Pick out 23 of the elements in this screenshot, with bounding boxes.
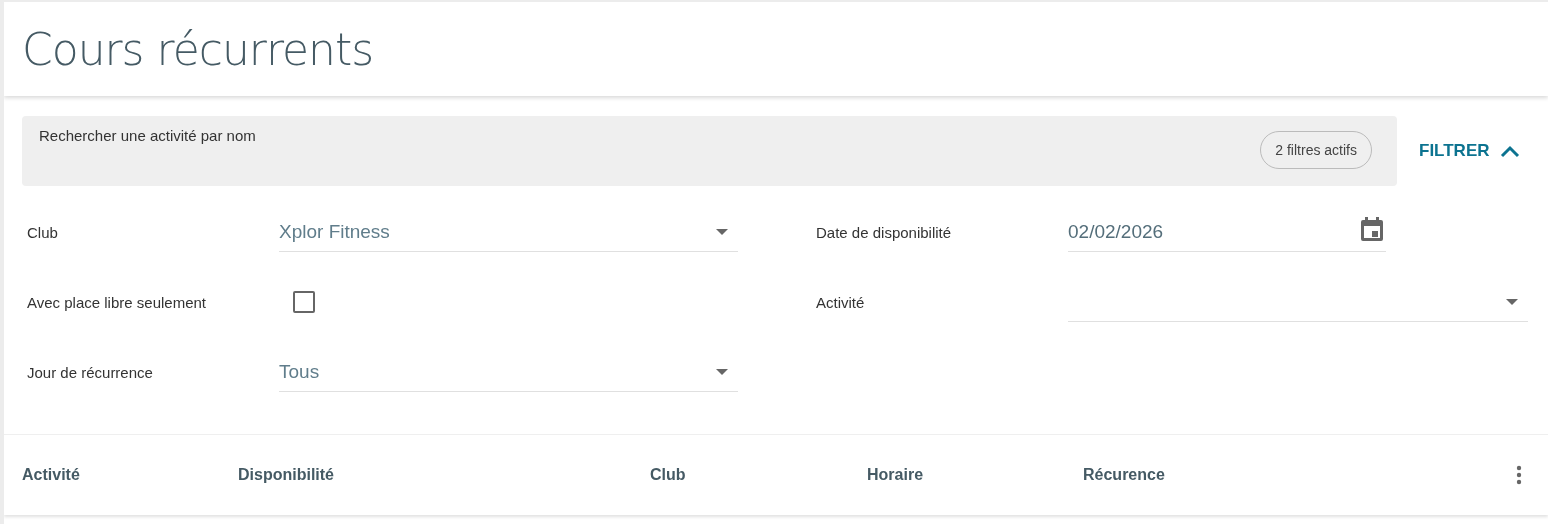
select-field[interactable]: Tous (279, 352, 738, 392)
checkbox[interactable] (293, 291, 315, 313)
filter-label: Avec place libre seulement (27, 293, 207, 311)
filter-label: Jour de récurrence (27, 363, 154, 381)
date-field[interactable]: 02/02/2026 (1068, 212, 1386, 252)
select-field[interactable]: Xplor Fitness (279, 212, 738, 252)
filter-label: Activité (816, 293, 866, 311)
caret-icon (716, 229, 728, 235)
filter-button[interactable]: FILTRER (1417, 137, 1522, 165)
search-field[interactable]: Rechercher une activité par nom 2 filtres actifs (22, 116, 1397, 186)
filter-label: Club (27, 223, 59, 241)
calendar-icon[interactable] (1360, 216, 1384, 242)
caret-icon (1506, 299, 1518, 305)
column-header[interactable]: Horaire (867, 466, 1083, 484)
more-options-icon[interactable] (1516, 465, 1522, 485)
page-title: Cours récurrents (22, 23, 374, 75)
chevron-icon (1499, 144, 1520, 158)
column-header[interactable]: Récurence (1083, 466, 1483, 484)
filter-label: Date de disponibilité (816, 223, 953, 241)
column-header[interactable]: Disponibilité (238, 466, 650, 484)
column-header[interactable]: Activité (22, 466, 238, 484)
caret-icon (716, 369, 728, 375)
column-header[interactable]: Club (650, 466, 867, 484)
